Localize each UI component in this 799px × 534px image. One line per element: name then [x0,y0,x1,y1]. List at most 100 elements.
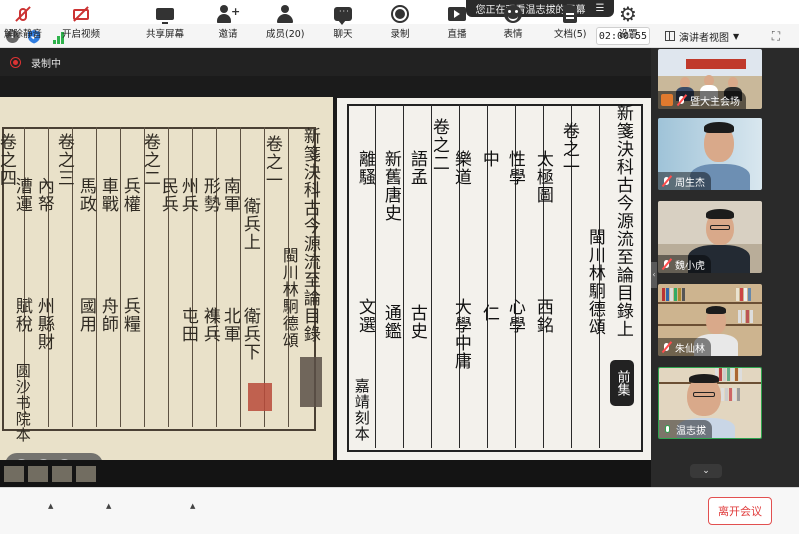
layout-icon [665,31,675,41]
view-mode-select[interactable]: 演讲者视图 ▼ [665,27,757,45]
participant-tile[interactable]: 温志拔 [658,367,762,439]
leave-meeting-button[interactable]: 离开会议 [708,497,772,525]
record-dot-icon [10,56,21,68]
reactions-label: 表情 [503,29,523,40]
record-label: 录制 [390,29,410,40]
bottom-toolbar [0,487,799,534]
book-author-column: 閩川林駉德頌 [584,228,605,336]
share-screen-button[interactable]: 共享屏幕 [146,4,184,44]
book-title-column: 新箋決科古今源流至論目錄上 [612,104,633,338]
screen-share-banner: 您正在观看温志拔的屏幕 ☰ [466,0,614,17]
members-button[interactable]: 成员(20) [266,4,305,44]
toc-entry: 北軍 [219,307,240,343]
documents-button[interactable]: 文档(5) [554,4,586,44]
page-thumbnail-strip[interactable] [0,460,651,487]
toc-entry: 民兵 [157,177,178,213]
chevron-down-icon[interactable]: ⌄ [690,464,722,478]
chat-icon: ··· [332,4,354,25]
book-page-left: 新箋決科古今源流至論目錄 閩川林駉德頌 卷之一 衛兵上 衛兵下 南軍 北軍 形勢… [0,97,333,460]
chevron-up-icon[interactable]: ▲ [106,502,111,510]
chevron-up-icon[interactable]: ▲ [190,502,195,510]
toc-entry: 心學 [504,298,525,334]
toc-entry: 西銘 [532,298,553,334]
mic-muted-icon [661,175,672,187]
toc-entry: 兵糧 [119,297,140,333]
edition-label: 嘉靖刻本 [352,378,371,442]
toc-entry: 馬政 [75,177,96,213]
unmute-button[interactable]: 解除静音 [4,4,42,44]
red-seal-stamp [248,383,272,411]
toc-entry: 樂道 [450,150,471,186]
unmute-label: 解除静音 [4,29,43,40]
live-stream-icon [446,4,468,24]
toc-entry: 車戰 [97,177,118,213]
document-icon [559,4,581,24]
view-mode-label: 演讲者视图 [679,32,729,44]
chat-button[interactable]: ··· 聊天 [332,4,354,44]
book-title-column: 新箋決科古今源流至論目錄 [299,127,320,343]
toc-entry: 南軍 [219,177,240,213]
toc-entry: 屯田 [177,307,198,343]
invite-button[interactable]: + 邀请 [217,4,240,44]
sidebar-collapse-handle[interactable]: ‹ [651,262,657,288]
recording-indicator: 录制中 [0,48,651,76]
toc-entry: 大學中庸 [450,298,471,370]
members-label: 成员(20) [266,29,305,40]
toc-entry: 州縣財 [33,297,54,351]
mic-muted-icon [661,341,672,353]
chevron-up-icon[interactable]: ▲ [48,502,53,510]
book-page-right: 新箋決科古今源流至論目錄上 前集 閩川林駉德頌 卷之一 太極圖 西銘 性學 心學… [337,98,651,460]
toc-entry: 古史 [406,304,427,340]
toc-entry: 衛兵上 [239,197,260,251]
watermark-text: 圆沙书院本 [13,363,32,443]
juan-heading: 卷之一 [558,122,579,176]
mic-muted-icon [676,94,687,106]
record-button[interactable]: 录制 [389,4,411,44]
participant-name: 温志拔 [676,425,706,437]
toc-entry: 仁 [478,304,499,322]
participant-name: 朱仙林 [675,343,705,355]
participant-tile[interactable]: 魏小虎 [658,201,762,273]
emoji-icon [502,4,524,24]
live-stream-label: 直播 [447,29,467,40]
camera-off-icon [70,4,92,24]
book-author-column: 閩川林駉德頌 [279,247,299,349]
collection-seal: 前集 [610,360,634,406]
start-video-label: 开启视频 [62,29,101,40]
shared-screen: 录制中 新箋決科古今源流至論目錄 閩川林駉德頌 卷之一 衛兵上 衛兵下 南軍 北… [0,48,651,487]
toc-entry: 性學 [504,150,525,186]
library-seal-stamp [300,357,322,407]
settings-button[interactable]: ⚙ 设置 [617,4,639,44]
settings-label: 设置 [618,29,638,40]
add-person-icon: + [217,4,240,24]
avatar-icon [661,94,673,106]
mic-muted-icon [661,258,672,270]
venue-banner [686,59,746,69]
participant-tile[interactable]: 朱仙林 [658,284,762,356]
participant-name: 暨大主会场 [690,96,740,108]
toc-entry: 內帑 [33,177,54,213]
toc-entry: 語孟 [406,150,427,186]
toc-entry: 形勢 [199,177,220,213]
participant-tile[interactable]: 周生杰 [658,118,762,190]
share-screen-label: 共享屏幕 [146,29,185,40]
fullscreen-icon[interactable]: ⛶ [769,29,783,43]
annotation-toolbar[interactable]: ‹ [5,453,103,460]
participant-name-tag: 温志拔 [659,420,712,438]
recording-label: 录制中 [31,58,61,70]
toc-entry: 國用 [75,297,96,333]
reactions-button[interactable]: 表情 [502,4,524,44]
toc-entry: 衛兵下 [239,307,260,361]
juan-heading: 卷之二 [428,118,449,172]
menu-icon[interactable]: ☰ [596,3,605,14]
gear-icon: ⚙ [619,2,637,26]
participant-name-tag: 暨大主会场 [658,91,746,109]
participant-tile[interactable]: 暨大主会场 [658,49,762,109]
juan-heading: 卷之二 [139,133,160,187]
start-video-button[interactable]: 开启视频 [62,4,100,44]
invite-label: 邀请 [218,29,238,40]
mic-active-icon [662,423,673,435]
live-stream-button[interactable]: 直播 [446,4,468,44]
toc-entry: 離騷 [354,150,375,186]
chat-label: 聊天 [333,29,353,40]
